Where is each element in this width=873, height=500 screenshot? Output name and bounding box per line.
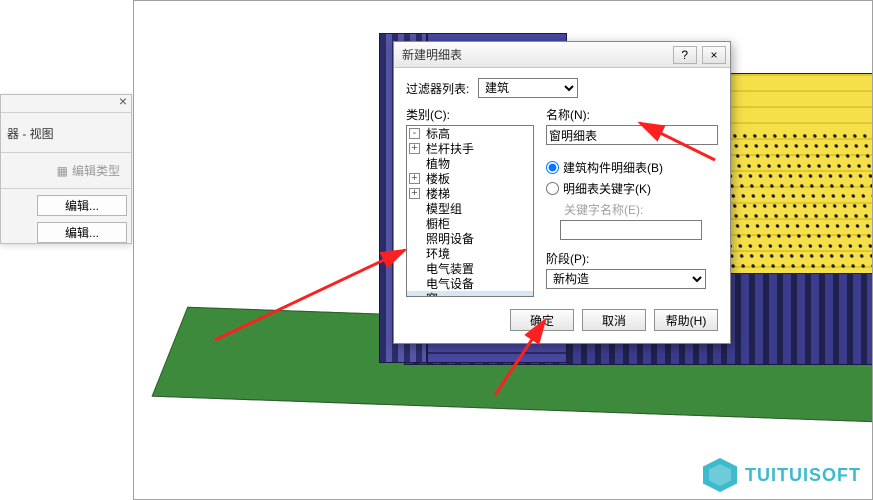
radio-keyword-schedule-label: 明细表关键字(K) — [563, 180, 651, 197]
grid-icon: ▦ — [57, 164, 68, 178]
edit-button-2[interactable]: 编辑... — [37, 222, 127, 243]
help-button[interactable]: 帮助(H) — [654, 309, 718, 331]
category-item[interactable]: 植物 — [407, 156, 533, 171]
new-schedule-dialog: 新建明细表 ? × 过滤器列表: 建筑 类别(C): -标高+栏杆扶手植物+楼板… — [393, 41, 731, 344]
filter-select[interactable]: 建筑 — [478, 78, 578, 98]
separator — [1, 188, 131, 189]
edit-button-1[interactable]: 编辑... — [37, 195, 127, 216]
category-item[interactable]: 模型组 — [407, 201, 533, 216]
category-item[interactable]: 电气装置 — [407, 261, 533, 276]
radio-keyword-schedule[interactable] — [546, 182, 559, 195]
category-item[interactable]: 环境 — [407, 246, 533, 261]
edit-type-button[interactable]: ▦ 编辑类型 — [52, 159, 125, 182]
phase-select[interactable]: 新构造 — [546, 269, 706, 289]
brand-logo-icon — [703, 458, 737, 492]
category-label: 类别(C): — [406, 106, 534, 123]
category-item[interactable]: +楼板 — [407, 171, 533, 186]
category-item[interactable]: 照明设备 — [407, 231, 533, 246]
cancel-button[interactable]: 取消 — [582, 309, 646, 331]
name-label: 名称(N): — [546, 106, 718, 123]
category-item[interactable]: 橱柜 — [407, 216, 533, 231]
category-item[interactable]: +楼梯 — [407, 186, 533, 201]
ok-button[interactable]: 确定 — [510, 309, 574, 331]
keyword-name-label: 关键字名称(E): — [564, 201, 718, 218]
category-item[interactable]: 电气设备 — [407, 276, 533, 291]
tree-toggle-icon[interactable]: - — [409, 128, 420, 139]
edit-type-label: 编辑类型 — [72, 162, 120, 179]
category-item[interactable]: +栏杆扶手 — [407, 141, 533, 156]
panel-close-bar[interactable] — [1, 95, 131, 113]
tree-toggle-icon[interactable]: + — [409, 188, 420, 199]
help-icon[interactable]: ? — [673, 46, 697, 64]
dialog-title: 新建明细表 — [402, 46, 671, 63]
category-item[interactable]: -标高 — [407, 126, 533, 141]
brand-watermark: TUITUISOFT — [703, 458, 861, 492]
keyword-name-input — [560, 220, 702, 240]
filter-label: 过滤器列表: — [406, 80, 478, 97]
panel-title: 器 - 视图 — [1, 113, 131, 148]
brand-text: TUITUISOFT — [745, 465, 861, 486]
dialog-titlebar[interactable]: 新建明细表 ? × — [394, 42, 730, 68]
separator — [1, 152, 131, 153]
phase-label: 阶段(P): — [546, 250, 718, 267]
properties-panel: 器 - 视图 ▦ 编辑类型 编辑... 编辑... — [0, 94, 132, 244]
category-item-label: 窗 — [426, 290, 438, 297]
name-input[interactable] — [546, 125, 718, 145]
tree-toggle-icon[interactable]: + — [409, 173, 420, 184]
close-icon[interactable]: × — [702, 46, 726, 64]
radio-component-schedule-label: 建筑构件明细表(B) — [563, 159, 663, 176]
tree-toggle-icon[interactable]: + — [409, 143, 420, 154]
category-listbox[interactable]: -标高+栏杆扶手植物+楼板+楼梯模型组橱柜照明设备环境电气装置电气设备窗组成部分… — [406, 125, 534, 297]
radio-component-schedule[interactable] — [546, 161, 559, 174]
